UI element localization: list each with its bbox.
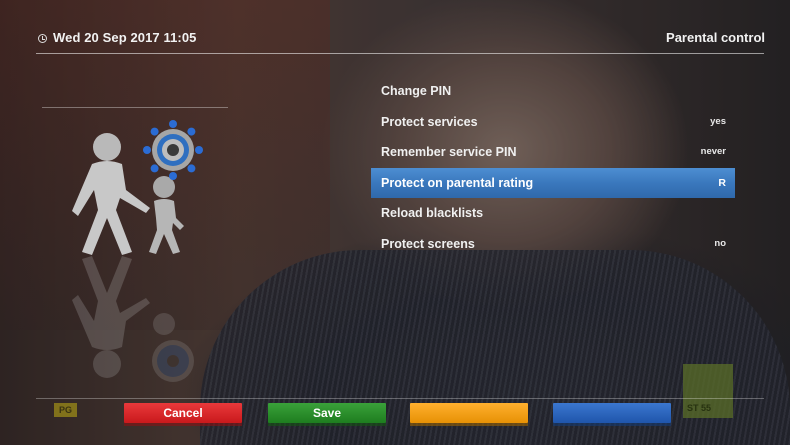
menu-item-reload-blacklists[interactable]: Reload blacklists <box>371 198 735 229</box>
menu-item-protect-on-parental-rating[interactable]: Protect on parental rating R <box>371 167 735 198</box>
info-box-label: ST 55 <box>687 403 712 413</box>
menu-item-protect-services[interactable]: Protect services yes <box>371 107 735 138</box>
menu-item-label: Protect screens <box>381 236 475 251</box>
menu-item-change-pin[interactable]: Change PIN <box>371 76 735 107</box>
menu-item-value: yes <box>710 115 726 127</box>
menu-item-value: R <box>718 176 726 189</box>
page-title: Parental control <box>666 30 765 45</box>
menu-item-remember-service-pin[interactable]: Remember service PIN never <box>371 137 735 168</box>
tv-screen: Wed 20 Sep 2017 11:05 Parental control C… <box>0 0 790 445</box>
menu-item-label: Remember service PIN <box>381 145 517 159</box>
menu-item-value: no <box>714 237 726 249</box>
clock-icon <box>38 34 47 43</box>
header-divider <box>36 53 764 54</box>
menu-item-label: Protect on parental rating <box>381 175 534 190</box>
header-bar: Wed 20 Sep 2017 11:05 Parental control <box>32 29 768 53</box>
cancel-button[interactable]: Cancel <box>124 403 242 426</box>
parental-control-illustration <box>72 120 203 255</box>
left-divider <box>42 107 228 108</box>
info-box: ST 55 <box>683 364 733 418</box>
menu-item-value: never <box>700 146 726 157</box>
blue-button[interactable] <box>553 403 671 426</box>
illustration-reflection <box>72 256 194 382</box>
datetime: Wed 20 Sep 2017 11:05 <box>53 30 197 45</box>
menu-item-label: Change PIN <box>381 84 452 98</box>
save-button[interactable]: Save <box>268 403 386 426</box>
settings-menu: Change PIN Protect services yes Remember… <box>371 76 735 259</box>
yellow-button[interactable] <box>410 403 528 426</box>
menu-item-protect-screens[interactable]: Protect screens no <box>371 229 735 260</box>
rating-badge: PG <box>54 403 77 417</box>
gear-icon <box>143 120 203 180</box>
menu-item-label: Reload blacklists <box>381 206 484 220</box>
menu-item-label: Protect services <box>381 114 478 129</box>
footer-divider <box>36 398 764 399</box>
